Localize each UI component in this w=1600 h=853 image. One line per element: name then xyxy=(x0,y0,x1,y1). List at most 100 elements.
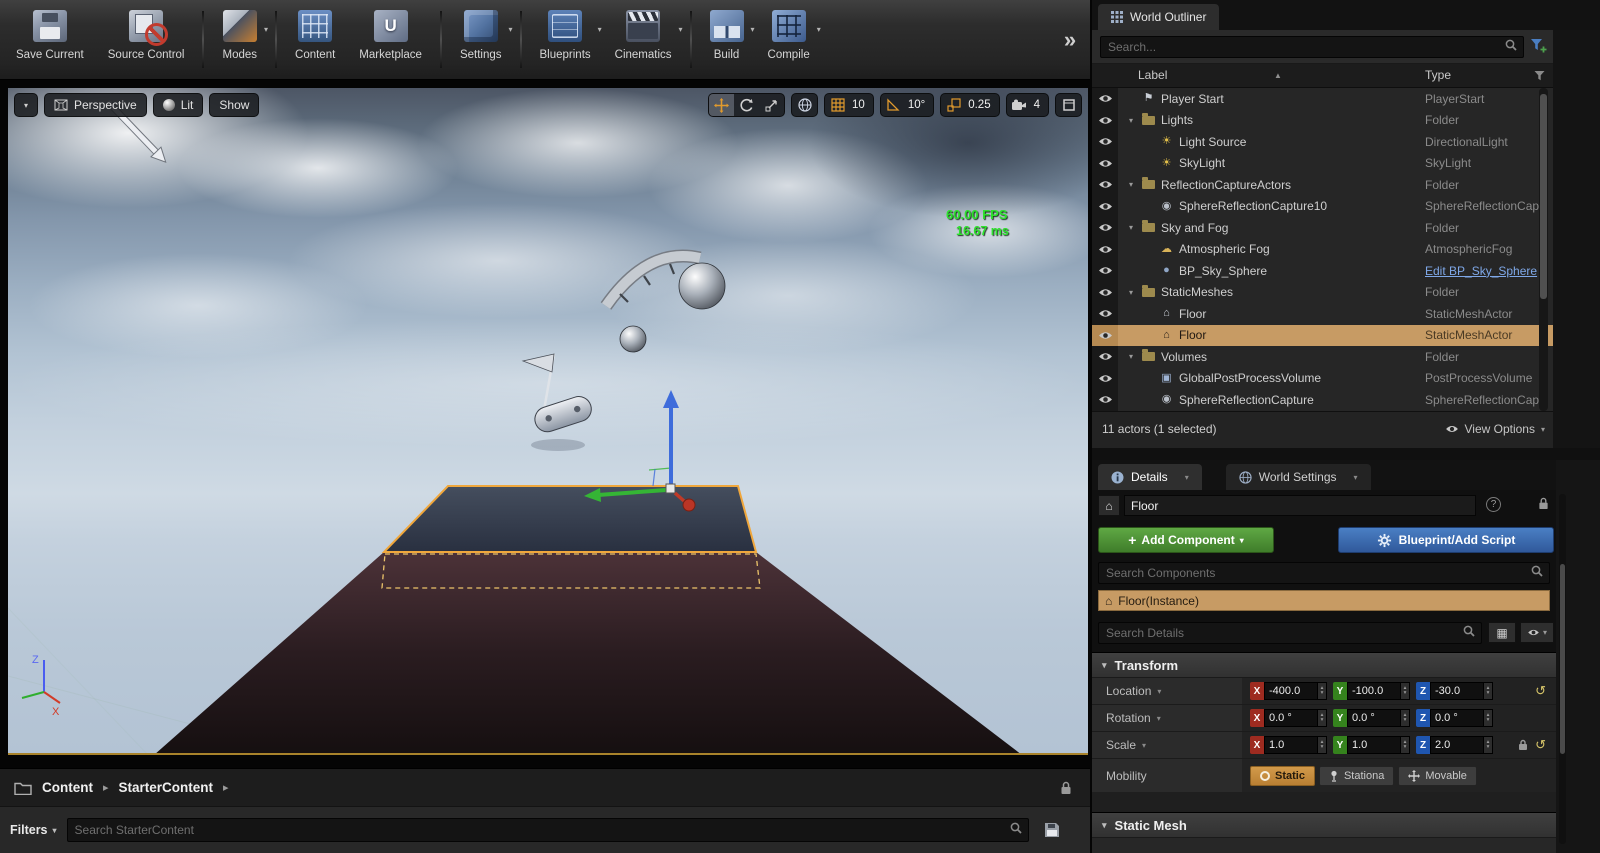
outliner-row[interactable]: ▾☁Atmospheric FogAtmosphericFog xyxy=(1092,238,1553,260)
light-direction-widget[interactable] xyxy=(600,249,726,353)
toolbar-button-build[interactable]: ▾ Build xyxy=(698,3,756,76)
view-mode-lit-button[interactable]: Lit xyxy=(152,93,204,117)
rotation-snap-value[interactable]: 10° xyxy=(906,99,933,111)
component-row-floor-instance[interactable]: ⌂ Floor(Instance) xyxy=(1098,590,1550,611)
outliner-row[interactable]: ▾ Sky and Fog Folder xyxy=(1092,217,1553,239)
rotate-tool-button[interactable] xyxy=(734,94,759,116)
scrollbar-thumb[interactable] xyxy=(1560,564,1565,754)
floor-mesh-front[interactable] xyxy=(154,552,1022,755)
reset-to-default-icon[interactable]: ↺ xyxy=(1535,737,1546,753)
scale-snap-icon[interactable] xyxy=(941,94,966,116)
visibility-eye-icon[interactable] xyxy=(1092,389,1118,411)
mobility-movable-button[interactable]: Movable xyxy=(1398,765,1477,786)
expander-icon[interactable]: ▾ xyxy=(1126,116,1136,125)
toolbar-button-cinematics[interactable]: ▾ Cinematics xyxy=(603,3,684,76)
toolbar-button-modes[interactable]: ▾ Modes xyxy=(210,3,269,76)
actor-type[interactable]: Edit BP_Sky_Sphere xyxy=(1425,264,1547,278)
reset-to-default-icon[interactable]: ↺ xyxy=(1535,683,1546,699)
add-component-button[interactable]: + Add Component ▾ xyxy=(1098,527,1274,553)
maximize-viewport-icon[interactable] xyxy=(1056,94,1081,116)
camera-speed-icon[interactable] xyxy=(1007,94,1032,116)
spinner-icon[interactable]: ▴ ▾ xyxy=(1401,736,1410,754)
toolbar-overflow-chevron[interactable]: » xyxy=(1050,0,1090,79)
components-search-input[interactable] xyxy=(1098,562,1550,584)
visibility-eye-icon[interactable] xyxy=(1092,281,1118,303)
outliner-row[interactable]: ▾ ReflectionCaptureActors Folder xyxy=(1092,174,1553,196)
details-view-options-button[interactable]: ▾ xyxy=(1520,622,1554,643)
visibility-eye-icon[interactable] xyxy=(1092,152,1118,174)
x-value-field[interactable]: X -400.0 ▴ ▾ xyxy=(1250,682,1327,700)
lock-icon[interactable] xyxy=(1518,739,1528,751)
player-start-actor[interactable] xyxy=(521,353,595,451)
save-search-icon[interactable] xyxy=(1043,821,1061,839)
scale-tool-button[interactable] xyxy=(759,94,784,116)
perspective-button[interactable]: Perspective xyxy=(44,93,147,117)
spinner-icon[interactable]: ▴ ▾ xyxy=(1484,682,1493,700)
viewport-3d-scene[interactable]: Z X xyxy=(8,88,1088,755)
outliner-row[interactable]: ▾◉SphereReflectionCapture10SphereReflect… xyxy=(1092,195,1553,217)
expander-icon[interactable]: ▾ xyxy=(1126,352,1136,361)
lock-icon[interactable] xyxy=(1538,497,1549,515)
visibility-eye-icon[interactable] xyxy=(1092,195,1118,217)
mobility-static-button[interactable]: Static xyxy=(1250,765,1315,786)
breadcrumb-starter-content[interactable]: StarterContent xyxy=(119,780,214,795)
world-coordinate-globe-button[interactable] xyxy=(792,94,817,116)
outliner-row[interactable]: ▾ Volumes Folder xyxy=(1092,346,1553,368)
z-value-field[interactable]: Z 0.0 ° ▴ ▾ xyxy=(1416,709,1493,727)
toolbar-button-save-current[interactable]: Save Current xyxy=(4,3,96,76)
toolbar-button-source-control[interactable]: Source Control xyxy=(96,3,197,76)
details-scrollbar[interactable] xyxy=(1559,494,1566,844)
outliner-row[interactable]: ▾⌂FloorStaticMeshActor xyxy=(1092,324,1553,346)
visibility-eye-icon[interactable] xyxy=(1092,367,1118,389)
blueprint-add-script-button[interactable]: Blueprint/Add Script xyxy=(1338,527,1554,553)
toolbar-button-compile[interactable]: ▾ Compile xyxy=(756,3,822,76)
filters-button[interactable]: Filters ▾ xyxy=(10,823,57,837)
outliner-row[interactable]: ▾ StaticMeshes Folder xyxy=(1092,281,1553,303)
property-label[interactable]: Rotation ▾ xyxy=(1092,705,1242,731)
rotation-snap-icon[interactable] xyxy=(881,94,906,116)
outliner-row[interactable]: ▾◉SphereReflectionCaptureSphereReflectio… xyxy=(1092,389,1553,411)
move-tool-button[interactable] xyxy=(709,94,735,116)
section-header-transform[interactable]: ▾ Transform xyxy=(1092,652,1556,678)
selected-floor-top[interactable] xyxy=(381,485,758,553)
actor-name-input[interactable] xyxy=(1124,495,1476,516)
spinner-icon[interactable]: ▴ ▾ xyxy=(1401,709,1410,727)
spinner-icon[interactable]: ▴ ▾ xyxy=(1318,709,1327,727)
outliner-row[interactable]: ▾⌂FloorStaticMeshActor xyxy=(1092,303,1553,325)
section-header-static-mesh[interactable]: ▾ Static Mesh xyxy=(1092,812,1556,838)
view-options-button[interactable]: View Options ▾ xyxy=(1445,422,1545,436)
spinner-icon[interactable]: ▴ ▾ xyxy=(1484,736,1493,754)
visibility-eye-icon[interactable] xyxy=(1092,346,1118,368)
visibility-eye-icon[interactable] xyxy=(1092,238,1118,260)
type-filter-icon[interactable] xyxy=(1534,70,1545,84)
show-button[interactable]: Show xyxy=(209,93,260,117)
tab-world-outliner[interactable]: World Outliner xyxy=(1098,4,1220,30)
scrollbar-thumb[interactable] xyxy=(1540,94,1547,299)
visibility-eye-icon[interactable] xyxy=(1092,109,1118,131)
lock-icon[interactable] xyxy=(1060,781,1072,800)
visibility-eye-icon[interactable] xyxy=(1092,88,1118,110)
x-value-field[interactable]: X 1.0 ▴ ▾ xyxy=(1250,736,1327,754)
y-value-field[interactable]: Y 1.0 ▴ ▾ xyxy=(1333,736,1410,754)
expander-icon[interactable]: ▾ xyxy=(1126,288,1136,297)
property-matrix-icon[interactable]: ▦ xyxy=(1488,622,1516,643)
outliner-filter-icon[interactable] xyxy=(1530,37,1547,59)
spinner-icon[interactable]: ▴ ▾ xyxy=(1318,682,1327,700)
toolbar-button-settings[interactable]: ▾ Settings xyxy=(448,3,514,76)
column-type[interactable]: Type xyxy=(1425,68,1451,82)
spinner-icon[interactable]: ▴ ▾ xyxy=(1484,709,1493,727)
visibility-eye-icon[interactable] xyxy=(1092,131,1118,153)
content-search-input[interactable] xyxy=(66,818,1029,842)
grid-snap-value[interactable]: 10 xyxy=(850,99,873,111)
tab-world-settings[interactable]: World Settings ▾ xyxy=(1225,464,1371,490)
outliner-scrollbar[interactable] xyxy=(1539,88,1548,411)
z-value-field[interactable]: Z 2.0 ▴ ▾ xyxy=(1416,736,1493,754)
camera-speed-value[interactable]: 4 xyxy=(1032,99,1048,111)
property-label[interactable]: Scale ▾ xyxy=(1092,732,1242,758)
visibility-eye-icon[interactable] xyxy=(1092,217,1118,239)
viewport[interactable]: Z X 60.00 FPS 16.67 ms ▾ Perspective Lit… xyxy=(8,88,1088,755)
toolbar-button-blueprints[interactable]: ▾ Blueprints xyxy=(528,3,603,76)
spinner-icon[interactable]: ▴ ▾ xyxy=(1401,682,1410,700)
property-label[interactable]: Location ▾ xyxy=(1092,678,1242,704)
outliner-row[interactable]: ▾⚑Player StartPlayerStart xyxy=(1092,88,1553,110)
